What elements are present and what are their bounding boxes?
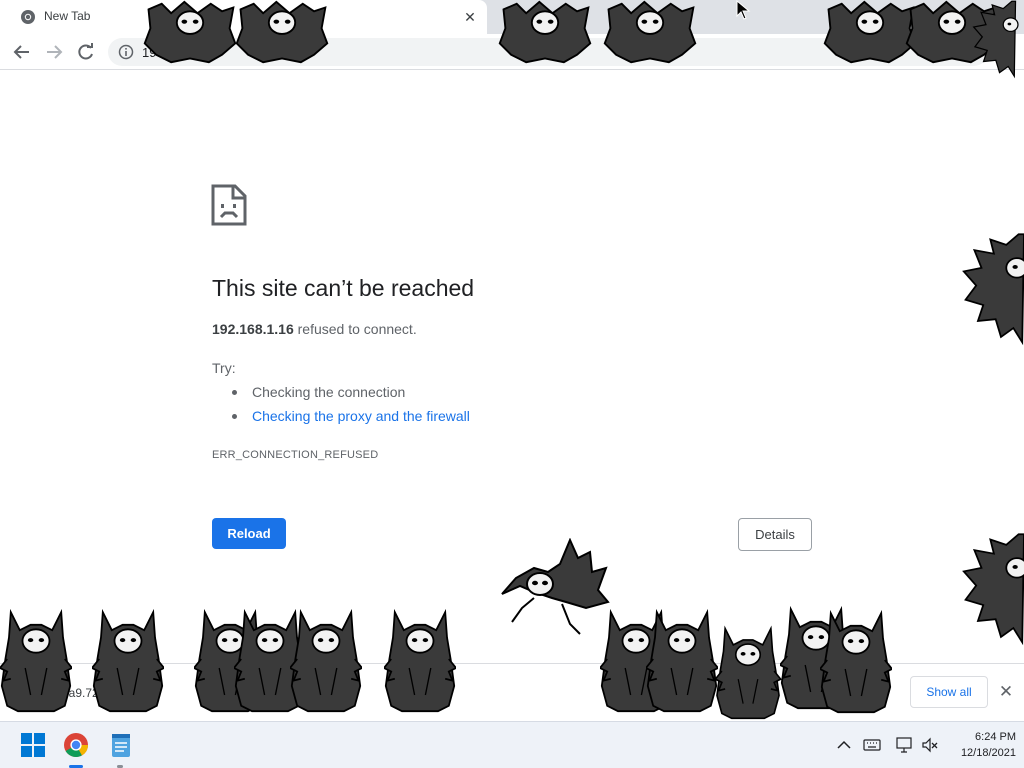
error-message: refused to connect. bbox=[297, 321, 417, 337]
error-title: This site can’t be reached bbox=[212, 275, 475, 301]
notepad-icon[interactable] bbox=[107, 731, 135, 759]
network-icon[interactable] bbox=[895, 736, 913, 754]
reload-icon[interactable] bbox=[75, 42, 97, 62]
windows-start-icon[interactable] bbox=[19, 731, 47, 759]
show-all-button[interactable]: Show all bbox=[910, 676, 988, 708]
chrome-icon[interactable] bbox=[62, 731, 90, 759]
info-icon[interactable] bbox=[118, 44, 134, 60]
reload-button[interactable]: Reload bbox=[212, 518, 286, 549]
error-code: ERR_CONNECTION_REFUSED bbox=[212, 449, 379, 461]
creature-overlay bbox=[140, 0, 240, 66]
creature-overlay bbox=[962, 228, 1024, 352]
bullet bbox=[232, 414, 237, 419]
creature-overlay bbox=[232, 0, 332, 66]
close-icon[interactable]: ✕ bbox=[462, 9, 478, 25]
creature-overlay bbox=[500, 538, 610, 648]
suggestion-text: Checking the connection bbox=[252, 384, 406, 400]
creature-overlay bbox=[92, 598, 164, 720]
sad-page-icon bbox=[211, 184, 247, 226]
chrome-icon bbox=[21, 10, 35, 24]
clock-time: 6:24 PM bbox=[975, 731, 1016, 743]
creature-overlay bbox=[820, 600, 892, 720]
clock-date: 12/18/2021 bbox=[960, 747, 1016, 759]
back-arrow-icon[interactable] bbox=[11, 42, 33, 62]
try-label: Try: bbox=[212, 360, 236, 376]
creature-overlay bbox=[964, 0, 1024, 80]
creature-overlay bbox=[600, 0, 700, 66]
proxy-firewall-link[interactable]: Checking the proxy and the firewall bbox=[252, 408, 470, 424]
creature-overlay bbox=[290, 598, 362, 720]
creature-overlay bbox=[495, 0, 595, 66]
error-description: 192.168.1.16 refused to connect. bbox=[212, 321, 417, 337]
creature-overlay bbox=[712, 622, 784, 720]
chevron-up-icon[interactable] bbox=[835, 736, 853, 754]
screen: New Tab ✕ 19 This site can’t be reached … bbox=[0, 0, 1024, 768]
forward-arrow-icon[interactable] bbox=[43, 42, 65, 62]
creature-overlay bbox=[962, 528, 1024, 652]
keyboard-icon[interactable] bbox=[863, 736, 881, 754]
volume-muted-icon[interactable] bbox=[921, 736, 939, 754]
taskbar: 6:24 PM 12/18/2021 bbox=[0, 721, 1024, 768]
details-button[interactable]: Details bbox=[738, 518, 812, 551]
tab-title: New Tab bbox=[44, 9, 91, 23]
mouse-cursor-icon bbox=[736, 0, 751, 20]
bullet bbox=[232, 390, 237, 395]
creature-overlay bbox=[384, 598, 456, 720]
host-name: 192.168.1.16 bbox=[212, 321, 294, 337]
close-icon[interactable]: ✕ bbox=[996, 682, 1016, 702]
creature-overlay bbox=[0, 598, 72, 720]
clock[interactable]: 6:24 PM 12/18/2021 bbox=[944, 729, 1016, 761]
creature-overlay bbox=[646, 598, 718, 720]
